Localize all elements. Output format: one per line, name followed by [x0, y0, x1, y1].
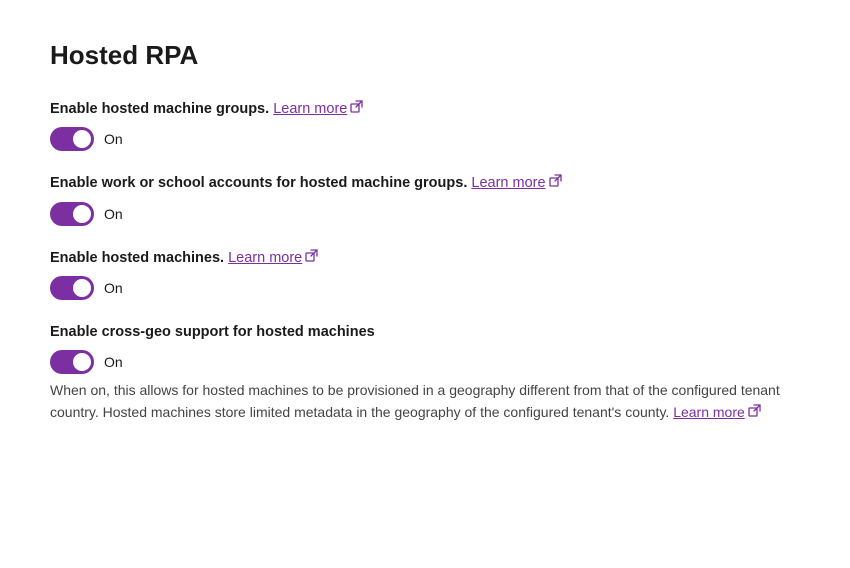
setting-description-enable-cross-geo-support: When on, this allows for hosted machines… — [50, 380, 800, 424]
learn-more-link-enable-hosted-machines[interactable]: Learn more — [228, 250, 302, 266]
toggle-row-enable-cross-geo-support: On — [50, 350, 800, 374]
toggle-track-enable-work-school-accounts — [50, 202, 94, 226]
toggle-row-enable-work-school-accounts: On — [50, 202, 800, 226]
toggle-track-enable-hosted-machines — [50, 276, 94, 300]
description-external-link-icon-enable-cross-geo-support — [748, 402, 761, 424]
setting-group-enable-cross-geo-support: Enable cross-geo support for hosted mach… — [50, 322, 800, 424]
toggle-status-enable-hosted-machine-groups: On — [104, 131, 123, 147]
toggle-enable-hosted-machines[interactable] — [50, 276, 94, 300]
setting-label-text-enable-hosted-machines: Enable hosted machines. — [50, 250, 224, 266]
setting-label-enable-cross-geo-support: Enable cross-geo support for hosted mach… — [50, 322, 800, 342]
toggle-thumb-enable-hosted-machine-groups — [73, 130, 91, 148]
toggle-track-enable-cross-geo-support — [50, 350, 94, 374]
setting-label-enable-hosted-machine-groups: Enable hosted machine groups. Learn more — [50, 99, 800, 119]
toggle-thumb-enable-work-school-accounts — [73, 205, 91, 223]
description-learn-more-link-enable-cross-geo-support[interactable]: Learn more — [673, 404, 745, 420]
toggle-row-enable-hosted-machine-groups: On — [50, 127, 800, 151]
toggle-status-enable-work-school-accounts: On — [104, 206, 123, 222]
setting-label-text-enable-hosted-machine-groups: Enable hosted machine groups. — [50, 101, 269, 117]
toggle-enable-hosted-machine-groups[interactable] — [50, 127, 94, 151]
toggle-enable-cross-geo-support[interactable] — [50, 350, 94, 374]
toggle-thumb-enable-hosted-machines — [73, 279, 91, 297]
toggle-status-enable-hosted-machines: On — [104, 280, 123, 296]
setting-label-enable-work-school-accounts: Enable work or school accounts for hoste… — [50, 173, 800, 193]
toggle-track-enable-hosted-machine-groups — [50, 127, 94, 151]
toggle-status-enable-cross-geo-support: On — [104, 354, 123, 370]
page-title: Hosted RPA — [50, 40, 800, 71]
external-link-icon-enable-hosted-machine-groups — [350, 99, 363, 119]
toggle-row-enable-hosted-machines: On — [50, 276, 800, 300]
setting-label-text-enable-cross-geo-support: Enable cross-geo support for hosted mach… — [50, 324, 375, 340]
toggle-enable-work-school-accounts[interactable] — [50, 202, 94, 226]
learn-more-link-enable-work-school-accounts[interactable]: Learn more — [471, 175, 545, 191]
setting-label-text-enable-work-school-accounts: Enable work or school accounts for hoste… — [50, 175, 467, 191]
setting-label-enable-hosted-machines: Enable hosted machines. Learn more — [50, 248, 800, 268]
setting-group-enable-hosted-machine-groups: Enable hosted machine groups. Learn more… — [50, 99, 800, 151]
setting-group-enable-hosted-machines: Enable hosted machines. Learn more On — [50, 248, 800, 300]
learn-more-link-enable-hosted-machine-groups[interactable]: Learn more — [273, 101, 347, 117]
external-link-icon-enable-hosted-machines — [305, 248, 318, 268]
external-link-icon-enable-work-school-accounts — [549, 173, 562, 193]
toggle-thumb-enable-cross-geo-support — [73, 353, 91, 371]
setting-group-enable-work-school-accounts: Enable work or school accounts for hoste… — [50, 173, 800, 225]
